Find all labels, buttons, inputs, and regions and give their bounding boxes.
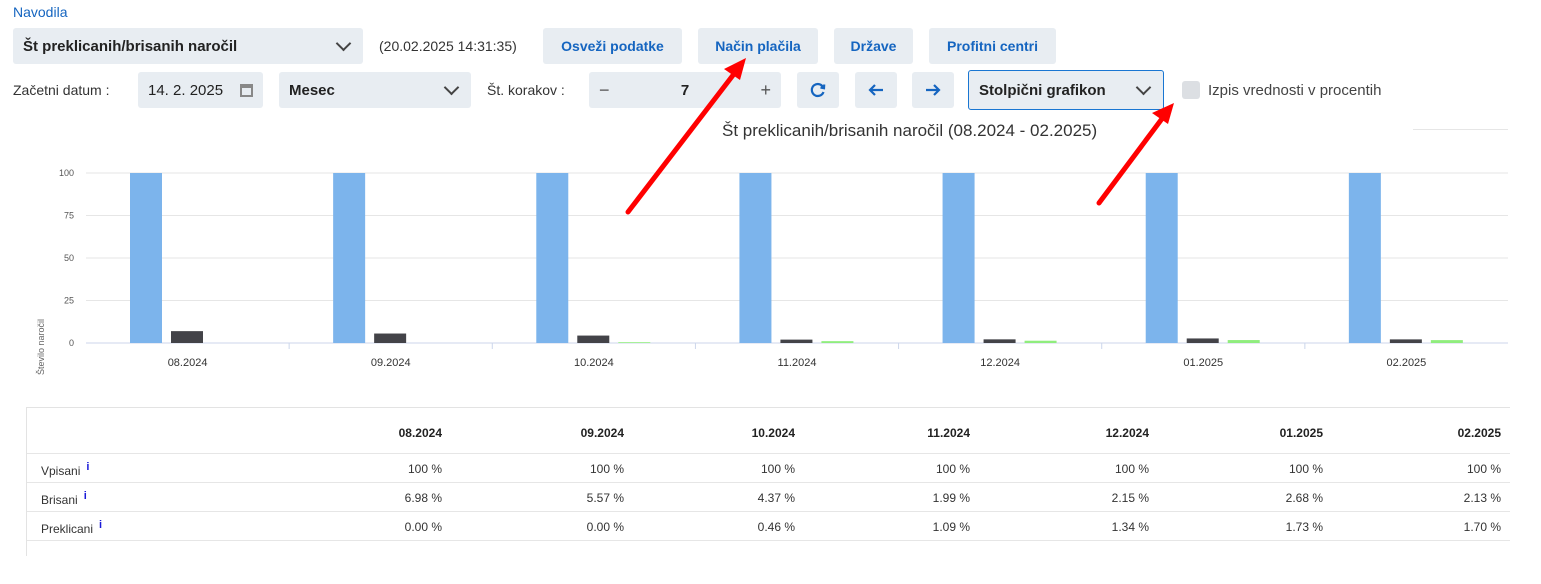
annotation-arrow bbox=[1096, 113, 1167, 206]
annotation-arrows bbox=[625, 58, 1174, 215]
annotation-arrow bbox=[625, 67, 740, 215]
